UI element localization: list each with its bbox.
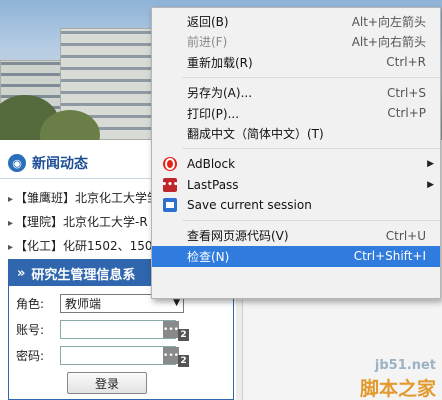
submenu-arrow-icon: ▶	[427, 159, 434, 170]
news-item[interactable]: ▸ 【理院】北京化工大学-R	[8, 213, 148, 230]
menu-item-label: 返回(B)	[187, 14, 229, 29]
menu-item-shortcut: Ctrl+S	[386, 85, 426, 100]
context-menu: 返回(B) Alt+向左箭头 前进(F) Alt+向右箭头 重新加载(R) Ct…	[151, 7, 441, 299]
menu-item-shortcut: Ctrl+P	[387, 106, 426, 121]
menu-item-shortcut: Ctrl+R	[386, 55, 426, 70]
news-item[interactable]: ▸ 【雏鹰班】北京化工大学雏	[8, 189, 159, 206]
session-icon	[163, 198, 177, 212]
password-label: 密码:	[16, 349, 45, 363]
menu-item-label: 另存为(A)...	[187, 86, 253, 101]
adblock-icon	[163, 157, 177, 171]
menu-item-label: 查看网页源代码(V)	[187, 229, 289, 244]
menu-item-label: Save current session	[187, 198, 312, 213]
lastpass-icon: •••	[161, 177, 179, 192]
submenu-arrow-icon: ▶	[427, 179, 434, 190]
login-button[interactable]: 登录	[67, 372, 147, 394]
password-manager-icon[interactable]: •••	[163, 347, 179, 364]
menu-item-view-source[interactable]: 查看网页源代码(V) Ctrl+U	[152, 226, 440, 247]
news-item-tag: 【理院】	[15, 215, 64, 229]
password-manager-count: 2	[178, 329, 189, 341]
bullet-icon: ▸	[8, 194, 14, 205]
news-section-header: ◉ 新闻动态	[8, 150, 158, 176]
menu-item-shortcut: Alt+向左箭头	[351, 14, 426, 29]
menu-item-lastpass[interactable]: ••• LastPass ▶	[152, 175, 440, 196]
menu-item-inspect[interactable]: 检查(N) Ctrl+Shift+I	[152, 246, 440, 267]
menu-item-label: 检查(N)	[187, 249, 230, 264]
menu-separator	[182, 148, 440, 149]
news-item-text[interactable]: 北京化工大学-R	[63, 215, 148, 229]
password-row: 密码: ••• 2	[16, 346, 189, 367]
watermark-brand: 脚本之家	[359, 378, 436, 400]
news-item-text[interactable]: 化研1502、150	[63, 239, 152, 253]
bullet-icon: ▸	[8, 218, 14, 229]
double-chevron-icon: »	[17, 265, 26, 281]
login-panel-title: 研究生管理信息系	[31, 267, 136, 283]
menu-item-label: AdBlock	[187, 157, 236, 172]
news-item[interactable]: ▸ 【化工】化研1502、150	[8, 237, 153, 254]
divider	[0, 178, 160, 179]
menu-separator	[182, 219, 440, 221]
news-item-tag: 【雏鹰班】	[15, 191, 76, 205]
bullet-icon: ▸	[8, 242, 14, 253]
password-input[interactable]: ••• 2	[60, 346, 189, 367]
watermark-site: jb51.net	[374, 358, 436, 373]
news-item-text[interactable]: 北京化工大学雏	[75, 191, 159, 205]
news-icon: ◉	[8, 154, 26, 172]
menu-item-save-as[interactable]: 另存为(A)... Ctrl+S	[152, 83, 440, 104]
menu-item-forward: 前进(F) Alt+向右箭头	[152, 32, 440, 53]
menu-item-label: 翻成中文（简体中文）(T)	[187, 127, 324, 142]
password-manager-count: 2	[178, 355, 189, 367]
menu-item-print[interactable]: 打印(P)... Ctrl+P	[152, 103, 440, 124]
account-label: 账号:	[16, 323, 45, 337]
account-input[interactable]: ••• 2	[60, 320, 189, 341]
menu-item-label: 前进(F)	[187, 35, 228, 50]
password-manager-icon[interactable]: •••	[163, 321, 179, 338]
news-item-tag: 【化工】	[15, 239, 64, 253]
menu-item-back[interactable]: 返回(B) Alt+向左箭头	[152, 11, 440, 32]
menu-item-shortcut: Ctrl+U	[385, 228, 426, 243]
menu-item-adblock[interactable]: AdBlock ▶	[152, 154, 440, 175]
menu-item-reload[interactable]: 重新加载(R) Ctrl+R	[152, 52, 440, 73]
dropdown-arrow-icon: ▼	[173, 298, 180, 308]
menu-item-label: LastPass	[187, 177, 239, 192]
menu-item-shortcut: Alt+向右箭头	[351, 35, 426, 50]
role-select-value: 教师端	[65, 297, 102, 311]
role-label: 角色:	[16, 297, 45, 311]
account-row: 账号: ••• 2	[16, 320, 189, 341]
menu-item-shortcut: Ctrl+Shift+I	[353, 249, 426, 264]
menu-item-save-session[interactable]: Save current session	[152, 195, 440, 216]
menu-separator	[182, 76, 440, 78]
menu-item-label: 重新加载(R)	[187, 55, 253, 70]
news-section-title: 新闻动态	[32, 156, 88, 172]
menu-item-translate[interactable]: 翻成中文（简体中文）(T)	[152, 124, 440, 145]
menu-item-label: 打印(P)...	[187, 106, 240, 121]
